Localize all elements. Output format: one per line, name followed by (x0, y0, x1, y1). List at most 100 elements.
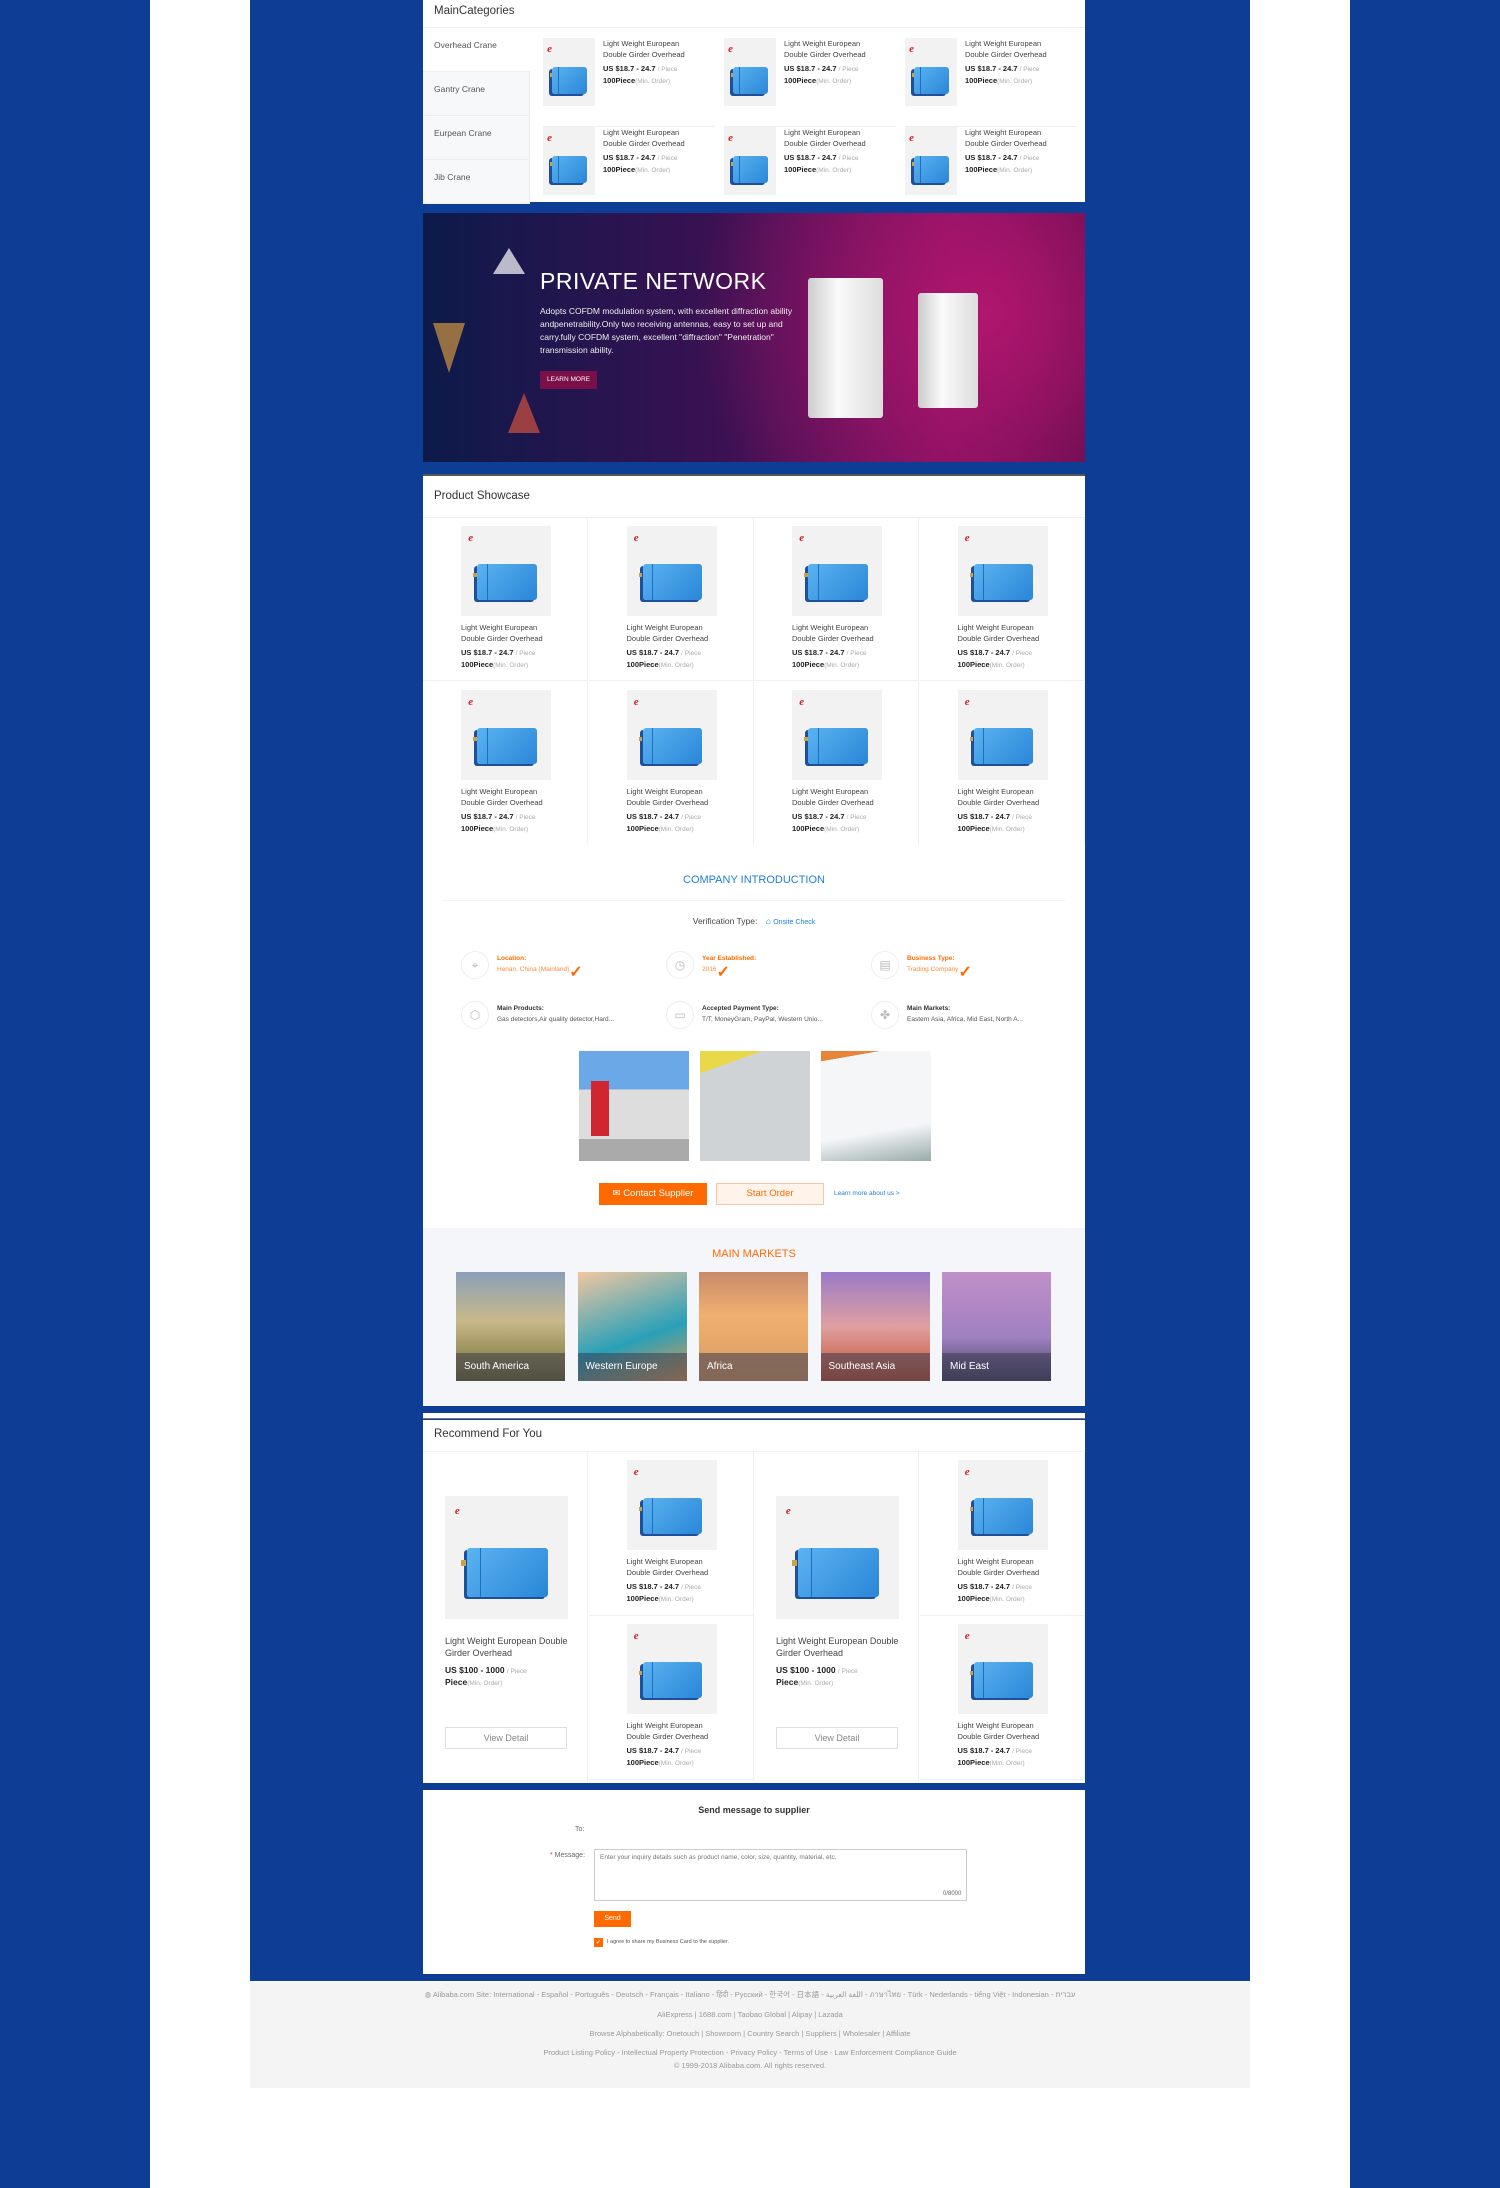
product-image[interactable]: e (776, 1496, 899, 1619)
footer-policies[interactable]: Product Listing Policy - Intellectual Pr… (250, 2048, 1250, 2057)
market-label: Western Europe (577, 1353, 687, 1381)
product-image[interactable]: e (957, 1624, 1048, 1714)
product-card-large[interactable]: e Light Weight European Double Girder Ove… (423, 1452, 587, 1749)
product-image[interactable]: e (792, 690, 882, 780)
product-title[interactable]: Light Weight European Double Girder Over… (461, 786, 556, 808)
product-title[interactable]: Light Weight European Double Girder Over… (958, 622, 1053, 644)
product-image[interactable]: e (905, 38, 957, 106)
product-card[interactable]: e Light Weight European Double Girder Ove… (588, 518, 754, 681)
product-image[interactable]: e (724, 38, 776, 106)
factory-photo[interactable] (579, 1051, 689, 1161)
verification-row: Verification Type: ⌂ Onsite Check (423, 916, 1085, 926)
market-card[interactable]: Western Europe (577, 1272, 687, 1381)
product-card[interactable]: e Light Weight European Double Girder Ove… (588, 682, 754, 845)
category-item[interactable]: Gantry Crane (423, 72, 530, 116)
view-detail-button[interactable]: View Detail (776, 1727, 898, 1749)
product-info: Light Weight European Double Girder Over… (784, 127, 884, 206)
footer-sites[interactable]: ◍ Alibaba.com Site: International - Espa… (250, 1989, 1250, 2001)
product-title[interactable]: Light Weight European Double Girder Over… (445, 1635, 570, 1659)
category-item[interactable]: Overhead Crane (423, 28, 530, 72)
product-card[interactable]: e Light Weight European Double Girder Ove… (724, 38, 896, 118)
agree-checkbox[interactable]: ✓ (594, 1938, 603, 1947)
product-image[interactable]: e (445, 1496, 568, 1619)
product-title[interactable]: Light Weight European Double Girder Over… (958, 786, 1053, 808)
product-title[interactable]: Light Weight European Double Girder Over… (792, 622, 887, 644)
moq-note: (Min. Order) (467, 1680, 503, 1687)
product-price: US $18.7 - 24.7 / Piece (603, 152, 703, 164)
product-card[interactable]: e Light Weight European Double Girder Ove… (423, 518, 588, 681)
product-card[interactable]: e Light Weight European Double Girder Ove… (754, 518, 919, 681)
market-card[interactable]: Southeast Asia (820, 1272, 930, 1381)
product-image[interactable]: e (957, 526, 1048, 616)
contact-supplier-button[interactable]: ✉ Contact Supplier (599, 1183, 707, 1205)
category-item[interactable]: Eurpean Crane (423, 116, 530, 160)
product-title[interactable]: Light Weight European Double Girder Over… (784, 38, 884, 60)
market-card[interactable]: South America (456, 1272, 565, 1381)
price-value: US $18.7 - 24.7 (957, 648, 1011, 657)
product-title[interactable]: Light Weight European Double Girder Over… (627, 786, 722, 808)
product-title[interactable]: Light Weight European Double Girder Over… (965, 38, 1065, 60)
product-title[interactable]: Light Weight European Double Girder Over… (958, 1720, 1053, 1742)
product-title[interactable]: Light Weight European Double Girder Over… (776, 1635, 901, 1659)
product-card[interactable]: e Light Weight European Double Girder Ove… (724, 126, 896, 206)
product-image[interactable]: e (905, 127, 957, 195)
product-card[interactable]: e Light Weight European Double Girder Ove… (919, 518, 1085, 681)
learn-more-button[interactable]: LEARN MORE (540, 371, 597, 389)
product-card[interactable]: e Light Weight European Double Girder Ove… (905, 38, 1077, 118)
product-card-large[interactable]: e Light Weight European Double Girder Ove… (754, 1452, 918, 1749)
footer-browse[interactable]: Browse Alphabetically: Onetouch | Showro… (250, 2029, 1250, 2038)
market-card[interactable]: Mid East (942, 1272, 1051, 1381)
product-title[interactable]: Light Weight European Double Girder Over… (627, 622, 722, 644)
moq-value: 100Piece (603, 165, 636, 174)
product-card[interactable]: e Light Weight European Double Girder Ove… (588, 1616, 754, 1780)
start-order-button[interactable]: Start Order (716, 1183, 824, 1205)
product-image[interactable]: e (543, 127, 595, 195)
product-image[interactable]: e (724, 127, 776, 195)
product-card[interactable]: e Light Weight European Double Girder Ove… (543, 38, 715, 118)
product-card[interactable]: e Light Weight European Double Girder Ove… (919, 1452, 1085, 1616)
product-image[interactable]: e (957, 690, 1048, 780)
credit-card-icon: ▭ (666, 1001, 694, 1029)
product-card[interactable]: e Light Weight European Double Girder Ove… (423, 682, 588, 845)
product-card[interactable]: e Light Weight European Double Girder Ove… (919, 1616, 1085, 1780)
product-title[interactable]: Light Weight European Double Girder Over… (603, 38, 703, 60)
contact-supplier-label: Contact Supplier (623, 1188, 694, 1199)
product-title[interactable]: Light Weight European Double Girder Over… (627, 1556, 722, 1578)
product-image[interactable]: e (792, 526, 882, 616)
id-card-icon: ▤ (871, 951, 899, 979)
product-price: US $18.7 - 24.7 / Piece (958, 647, 1053, 659)
product-title[interactable]: Light Weight European Double Girder Over… (792, 786, 887, 808)
product-title[interactable]: Light Weight European Double Girder Over… (603, 127, 703, 149)
product-image[interactable]: e (626, 1624, 717, 1714)
product-title[interactable]: Light Weight European Double Girder Over… (784, 127, 884, 149)
learn-more-link[interactable]: Learn more about us > (834, 1190, 900, 1197)
product-title[interactable]: Light Weight European Double Girder Over… (627, 1720, 722, 1742)
product-image[interactable]: e (461, 526, 551, 616)
product-title[interactable]: Light Weight European Double Girder Over… (965, 127, 1065, 149)
product-card[interactable]: e Light Weight European Double Girder Ove… (905, 126, 1077, 206)
device-image (808, 278, 883, 418)
view-detail-button[interactable]: View Detail (445, 1727, 567, 1749)
product-image[interactable]: e (957, 1460, 1048, 1550)
product-image[interactable]: e (626, 526, 717, 616)
message-textarea[interactable] (594, 1849, 967, 1901)
product-image[interactable]: e (626, 690, 717, 780)
product-title[interactable]: Light Weight European Double Girder Over… (461, 622, 556, 644)
product-card[interactable]: e Light Weight European Double Girder Ove… (543, 126, 715, 206)
product-card[interactable]: e Light Weight European Double Girder Ove… (754, 682, 919, 845)
product-image[interactable]: e (626, 1460, 717, 1550)
factory-photo[interactable] (821, 1051, 931, 1161)
product-image[interactable]: e (461, 690, 551, 780)
category-item[interactable]: Jib Crane (423, 160, 530, 204)
market-card[interactable]: Africa (699, 1272, 808, 1381)
send-button[interactable]: Send (594, 1911, 631, 1927)
product-title[interactable]: Light Weight European Double Girder Over… (958, 1556, 1053, 1578)
product-card[interactable]: e Light Weight European Double Girder Ove… (919, 682, 1085, 845)
product-card[interactable]: e Light Weight European Double Girder Ove… (588, 1452, 754, 1616)
product-image[interactable]: e (543, 38, 595, 106)
price-unit: / Piece (1012, 814, 1033, 821)
recommend-column: e Light Weight European Double Girder Ove… (423, 1452, 588, 1780)
footer-partners[interactable]: AliExpress | 1688.com | Taobao Global | … (250, 2010, 1250, 2019)
factory-photo[interactable] (700, 1051, 810, 1161)
verification-value[interactable]: Onsite Check (773, 919, 815, 926)
